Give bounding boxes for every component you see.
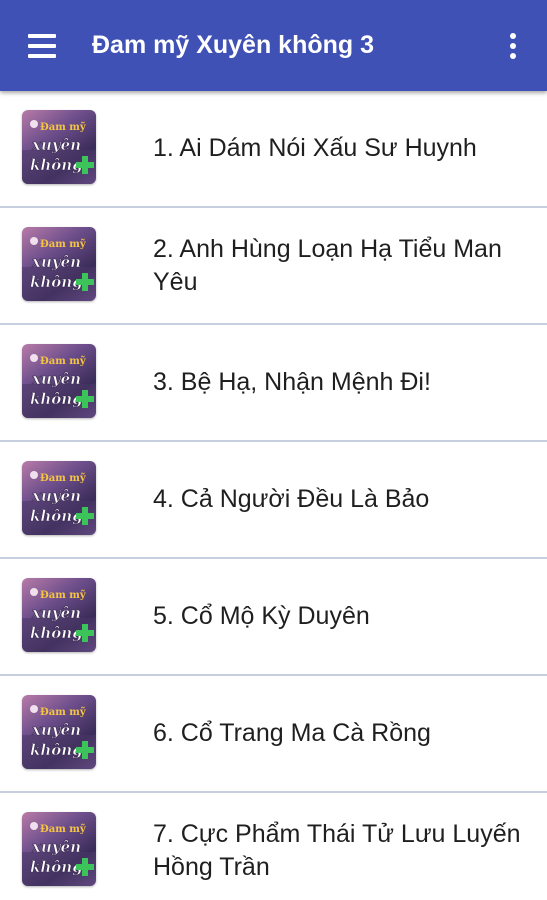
thumbnail-line3: không bbox=[30, 624, 83, 642]
story-list-item[interactable]: Đam mỹ xuyên không 7. Cực Phẩm Thái Tử L… bbox=[0, 793, 547, 900]
story-title: 6. Cổ Trang Ma Cà Rồng bbox=[153, 719, 431, 747]
thumbnail-line3: không bbox=[30, 390, 83, 408]
story-thumbnail: Đam mỹ xuyên không bbox=[22, 695, 96, 769]
story-thumbnail: Đam mỹ xuyên không bbox=[22, 227, 96, 301]
overflow-dot bbox=[510, 33, 516, 39]
thumbnail-line1: Đam mỹ bbox=[40, 356, 87, 367]
thumbnail-line3: không bbox=[30, 156, 83, 174]
menu-line bbox=[28, 34, 56, 38]
story-title: 2. Anh Hùng Loạn Hạ Tiểu Man Yêu bbox=[153, 234, 502, 296]
thumbnail-line2: xuyên bbox=[31, 838, 81, 856]
thumbnail-line1: Đam mỹ bbox=[40, 707, 87, 718]
story-title: 1. Ai Dám Nói Xấu Sư Huynh bbox=[153, 134, 477, 162]
thumbnail-line1: Đam mỹ bbox=[40, 824, 87, 835]
menu-line bbox=[28, 54, 56, 58]
story-title: 7. Cực Phẩm Thái Tử Lưu Luyến Hồng Trần bbox=[153, 819, 521, 881]
story-list-item[interactable]: Đam mỹ xuyên không 1. Ai Dám Nói Xấu Sư … bbox=[0, 91, 547, 208]
thumbnail-line2: xuyên bbox=[31, 253, 81, 271]
thumbnail-line3: không bbox=[30, 507, 83, 525]
story-list-item[interactable]: Đam mỹ xuyên không 4. Cả Người Đều Là Bả… bbox=[0, 442, 547, 559]
story-list-item[interactable]: Đam mỹ xuyên không 3. Bệ Hạ, Nhận Mệnh Đ… bbox=[0, 325, 547, 442]
hamburger-menu-icon[interactable] bbox=[20, 28, 64, 64]
more-vert-icon[interactable] bbox=[498, 26, 528, 66]
thumbnail-line3: không bbox=[30, 273, 83, 291]
app-title: Đam mỹ Xuyên không 3 bbox=[92, 31, 375, 59]
thumbnail-line1: Đam mỹ bbox=[40, 590, 87, 601]
thumbnail-line2: xuyên bbox=[31, 604, 81, 622]
story-title: 5. Cổ Mộ Kỳ Duyên bbox=[153, 602, 370, 630]
story-title: 3. Bệ Hạ, Nhận Mệnh Đi! bbox=[153, 368, 431, 396]
story-title: 4. Cả Người Đều Là Bảo bbox=[153, 485, 430, 513]
menu-line bbox=[28, 44, 56, 48]
story-list: Đam mỹ xuyên không 1. Ai Dám Nói Xấu Sư … bbox=[0, 91, 547, 900]
thumbnail-line1: Đam mỹ bbox=[40, 473, 87, 484]
thumbnail-line1: Đam mỹ bbox=[40, 122, 87, 133]
thumbnail-line2: xuyên bbox=[31, 721, 81, 739]
thumbnail-line3: không bbox=[30, 741, 83, 759]
thumbnail-line2: xuyên bbox=[31, 487, 81, 505]
story-thumbnail: Đam mỹ xuyên không bbox=[22, 578, 96, 652]
thumbnail-line2: xuyên bbox=[31, 370, 81, 388]
story-list-item[interactable]: Đam mỹ xuyên không 5. Cổ Mộ Kỳ Duyên bbox=[0, 559, 547, 676]
story-thumbnail: Đam mỹ xuyên không bbox=[22, 110, 96, 184]
story-thumbnail: Đam mỹ xuyên không bbox=[22, 812, 96, 886]
thumbnail-line1: Đam mỹ bbox=[40, 239, 87, 250]
story-thumbnail: Đam mỹ xuyên không bbox=[22, 461, 96, 535]
thumbnail-line3: không bbox=[30, 858, 83, 876]
thumbnail-line2: xuyên bbox=[31, 136, 81, 154]
overflow-dot bbox=[510, 53, 516, 59]
story-list-item[interactable]: Đam mỹ xuyên không 6. Cổ Trang Ma Cà Rồn… bbox=[0, 676, 547, 793]
app-bar: Đam mỹ Xuyên không 3 bbox=[0, 0, 547, 91]
story-thumbnail: Đam mỹ xuyên không bbox=[22, 344, 96, 418]
story-list-item[interactable]: Đam mỹ xuyên không 2. Anh Hùng Loạn Hạ T… bbox=[0, 208, 547, 325]
overflow-dot bbox=[510, 43, 516, 49]
